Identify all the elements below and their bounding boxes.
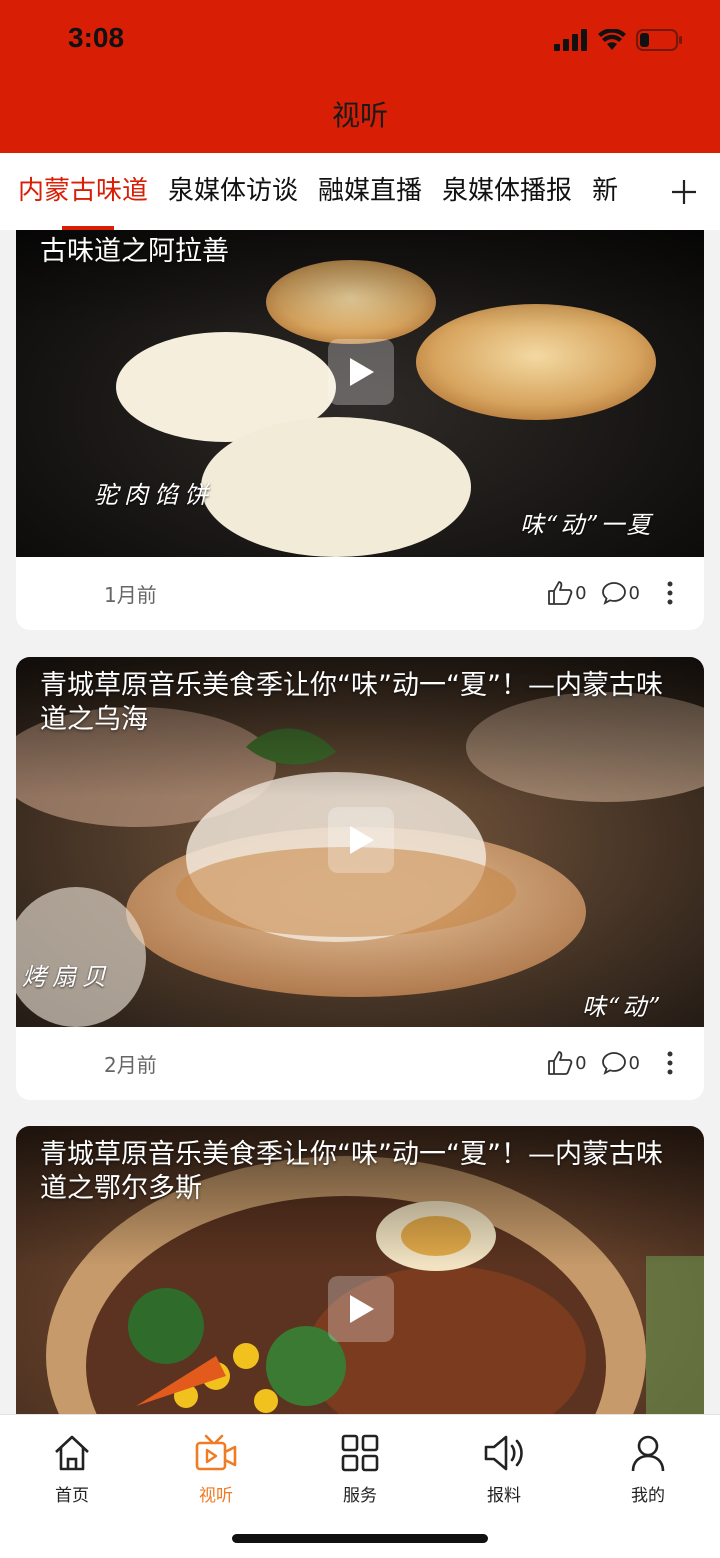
tab-neimenggu-weidao[interactable]: 内蒙古味道 bbox=[18, 153, 148, 230]
nav-services[interactable]: 服务 bbox=[310, 1433, 410, 1506]
play-button[interactable] bbox=[328, 1276, 394, 1342]
video-feed: 古味道之阿拉善 驼肉馅饼 味“动”一夏 1月前 0 0 青城草原音乐美食季让你“… bbox=[0, 230, 720, 1414]
more-button[interactable] bbox=[666, 580, 674, 606]
plus-icon bbox=[672, 179, 696, 204]
publish-time: 1月前 bbox=[104, 583, 157, 607]
add-channel-button[interactable] bbox=[648, 153, 720, 230]
comment-count: 0 bbox=[628, 1052, 640, 1074]
like-button[interactable]: 0 bbox=[547, 580, 587, 606]
video-caption-right: 味“动” bbox=[582, 993, 663, 1021]
comment-icon bbox=[601, 1052, 626, 1075]
tab-broadcast[interactable]: 泉媒体播报 bbox=[442, 153, 572, 230]
speaker-icon bbox=[484, 1435, 523, 1471]
more-vertical-icon bbox=[667, 581, 673, 605]
tab-new[interactable]: 新 bbox=[592, 153, 618, 230]
video-thumbnail[interactable]: 古味道之阿拉善 驼肉馅饼 味“动”一夏 bbox=[16, 230, 704, 557]
publish-time: 2月前 bbox=[104, 1053, 157, 1077]
video-card[interactable]: 青城草原音乐美食季让你“味”动一“夏”！—内蒙古味道之鄂尔多斯 bbox=[16, 1126, 704, 1414]
card-title: 古味道之阿拉善 bbox=[40, 236, 229, 267]
page-title: 视听 bbox=[331, 99, 388, 132]
nav-report[interactable]: 报料 bbox=[454, 1433, 554, 1506]
nav-services-label: 服务 bbox=[343, 1486, 377, 1506]
nav-report-label: 报料 bbox=[487, 1486, 521, 1506]
video-tv-icon bbox=[195, 1434, 237, 1471]
like-count: 0 bbox=[575, 582, 587, 604]
comment-count: 0 bbox=[628, 582, 640, 604]
card-title: 青城草原音乐美食季让你“味”动一“夏”！—内蒙古味道之乌海 bbox=[40, 670, 663, 735]
thumbs-up-icon bbox=[548, 1051, 573, 1075]
nav-home[interactable]: 首页 bbox=[22, 1433, 122, 1506]
video-caption-left: 驼肉馅饼 bbox=[94, 481, 214, 509]
card-title: 青城草原音乐美食季让你“味”动一“夏”！—内蒙古味道之鄂尔多斯 bbox=[40, 1139, 663, 1204]
video-thumbnail[interactable]: 青城草原音乐美食季让你“味”动一“夏”！—内蒙古味道之乌海 烤扇贝 味“动” bbox=[16, 657, 704, 1027]
wifi-icon bbox=[598, 29, 626, 50]
video-card[interactable]: 古味道之阿拉善 驼肉馅饼 味“动”一夏 1月前 0 0 bbox=[16, 230, 704, 630]
status-icons bbox=[554, 26, 684, 54]
video-thumbnail[interactable]: 青城草原音乐美食季让你“味”动一“夏”！—内蒙古味道之鄂尔多斯 bbox=[16, 1126, 704, 1414]
home-icon bbox=[55, 1435, 89, 1471]
tab-live[interactable]: 融媒直播 bbox=[318, 153, 422, 230]
app-header: 3:08 视听 bbox=[0, 0, 720, 153]
like-button[interactable]: 0 bbox=[547, 1050, 587, 1076]
status-time: 3:08 bbox=[68, 22, 125, 53]
user-icon bbox=[631, 1435, 665, 1472]
channel-tabs: 内蒙古味道 泉媒体访谈 融媒直播 泉媒体播报 新 bbox=[0, 153, 720, 230]
tab-quan-interview[interactable]: 泉媒体访谈 bbox=[168, 153, 298, 230]
grid-icon bbox=[341, 1434, 379, 1472]
card-meta: 2月前 0 0 bbox=[16, 1027, 704, 1099]
play-icon bbox=[350, 1295, 374, 1323]
play-icon bbox=[350, 826, 374, 854]
more-vertical-icon bbox=[667, 1051, 673, 1075]
comment-button[interactable]: 0 bbox=[601, 1050, 640, 1076]
signal-icon bbox=[554, 29, 587, 51]
battery-icon bbox=[636, 29, 682, 51]
play-button[interactable] bbox=[328, 807, 394, 873]
thumbs-up-icon bbox=[548, 581, 573, 605]
nav-video-label: 视听 bbox=[199, 1486, 233, 1506]
like-count: 0 bbox=[575, 1052, 587, 1074]
nav-mine[interactable]: 我的 bbox=[598, 1433, 698, 1506]
play-icon bbox=[350, 358, 374, 386]
more-button[interactable] bbox=[666, 1050, 674, 1076]
video-caption-left: 烤扇贝 bbox=[22, 963, 112, 991]
video-caption-right: 味“动”一夏 bbox=[520, 511, 653, 539]
nav-mine-label: 我的 bbox=[631, 1486, 665, 1506]
comment-button[interactable]: 0 bbox=[601, 580, 640, 606]
play-button[interactable] bbox=[328, 339, 394, 405]
home-indicator bbox=[232, 1534, 488, 1543]
nav-video[interactable]: 视听 bbox=[166, 1433, 266, 1506]
nav-home-label: 首页 bbox=[55, 1486, 89, 1506]
comment-icon bbox=[601, 582, 626, 605]
card-meta: 1月前 0 0 bbox=[16, 557, 704, 629]
video-card[interactable]: 青城草原音乐美食季让你“味”动一“夏”！—内蒙古味道之乌海 烤扇贝 味“动” 2… bbox=[16, 657, 704, 1100]
